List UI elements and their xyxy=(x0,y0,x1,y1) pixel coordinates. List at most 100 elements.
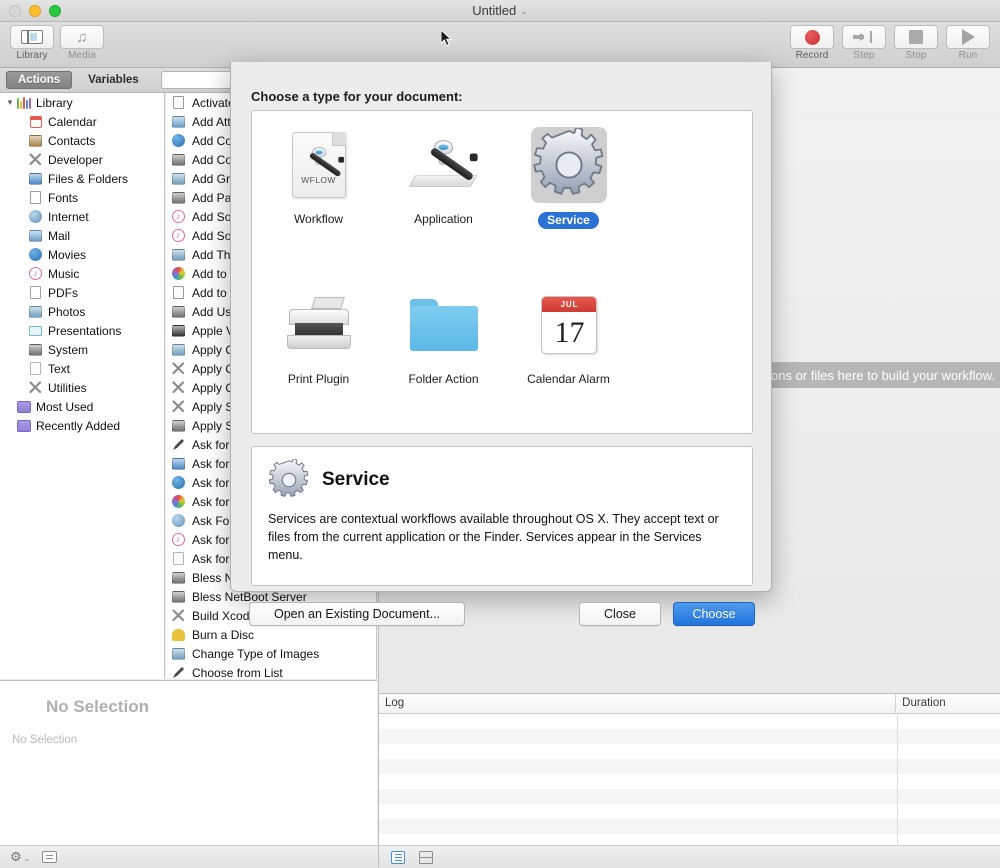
document-type-calendar-alarm[interactable]: JUL 17 Calendar Alarm xyxy=(506,281,631,441)
action-list-item-label: Change Type of Images xyxy=(192,646,320,661)
document-type-sheet: Choose a type for your document: WFLOW Wo… xyxy=(230,62,772,626)
document-type-folder-action[interactable]: Folder Action xyxy=(381,281,506,441)
chevron-down-icon: ⌄ xyxy=(23,854,31,863)
table-row[interactable] xyxy=(379,759,1000,774)
sidebar-item-system[interactable]: System xyxy=(0,340,164,359)
pen-icon xyxy=(172,666,185,679)
action-list-item[interactable]: Change Type of Images xyxy=(166,644,376,663)
sidebar-item-list: Calendar Contacts Developer Files & Folders… xyxy=(0,112,164,397)
record-label: Record xyxy=(795,50,829,61)
gear-icon: ⚙ xyxy=(10,849,22,864)
smart-folder-icon xyxy=(16,418,31,433)
mail-icon xyxy=(28,228,43,243)
inspector-title: No Selection xyxy=(46,697,149,716)
sidebar-item-contacts[interactable]: Contacts xyxy=(0,131,164,150)
open-existing-document-button[interactable]: Open an Existing Document... xyxy=(249,602,465,626)
log-column-header-log[interactable]: Log xyxy=(379,694,897,713)
choose-button[interactable]: Choose xyxy=(673,602,755,626)
sidebar-item-fonts[interactable]: Fonts xyxy=(0,188,164,207)
log-column-header-duration[interactable]: Duration xyxy=(896,694,1000,713)
sidebar-item-music[interactable]: ♪ Music xyxy=(0,264,164,283)
step-icon xyxy=(842,25,886,49)
tab-variables[interactable]: Variables xyxy=(76,71,151,89)
smart-folder-icon xyxy=(16,399,31,414)
document-type-workflow[interactable]: WFLOW Workflow xyxy=(256,121,381,281)
title-bar: Untitled ⌄ xyxy=(0,0,1000,22)
sidebar-item-developer[interactable]: Developer xyxy=(0,150,164,169)
record-button[interactable]: Record xyxy=(788,25,836,61)
table-row[interactable] xyxy=(379,789,1000,804)
mail-icon xyxy=(29,229,42,242)
printer-icon xyxy=(281,287,357,363)
action-list-item-label: Apply S xyxy=(192,399,234,414)
document-type-application[interactable]: Application xyxy=(381,121,506,281)
action-list-item-label: Activate xyxy=(192,95,235,110)
tools-icon xyxy=(170,608,186,623)
table-row[interactable] xyxy=(379,804,1000,819)
sidebar-item-label: Files & Folders xyxy=(48,171,129,186)
table-row[interactable] xyxy=(379,714,1000,729)
log-panel: Log Duration xyxy=(378,693,1000,868)
gear-menu-button[interactable]: ⚙ ⌄ xyxy=(10,849,30,865)
sidebar-item-recently-added[interactable]: Recently Added xyxy=(0,416,164,435)
system-icon xyxy=(171,419,185,432)
sidebar-item-photos[interactable]: Photos xyxy=(0,302,164,321)
music-icon: ♪ xyxy=(170,532,186,547)
sidebar-item-files-folders[interactable]: Files & Folders xyxy=(0,169,164,188)
inspector-panel: No Selection No Selection ⚙ ⌄ xyxy=(0,680,377,868)
sidebar-item-calendar[interactable]: Calendar xyxy=(0,112,164,131)
log-table-body[interactable] xyxy=(379,714,1000,846)
table-row[interactable] xyxy=(379,744,1000,759)
show-panel-icon[interactable] xyxy=(42,851,58,863)
folder-icon xyxy=(406,287,482,363)
sidebar-item-most-used[interactable]: Most Used xyxy=(0,397,164,416)
sidebar-item-label: Mail xyxy=(48,228,71,243)
action-list-item-label: Add to xyxy=(192,285,227,300)
sidebar-item-text[interactable]: Text xyxy=(0,359,164,378)
library-category-tree[interactable]: ▼ Library Calendar Contacts Developer Files… xyxy=(0,93,165,679)
sidebar-item-utilities[interactable]: Utilities xyxy=(0,378,164,397)
fonts-icon xyxy=(28,190,43,205)
sidebar-item-label: Most Used xyxy=(36,399,94,414)
sidebar-item-mail[interactable]: Mail xyxy=(0,226,164,245)
sidebar-item-library[interactable]: ▼ Library xyxy=(0,93,164,112)
title-chevron-icon[interactable]: ⌄ xyxy=(520,6,528,16)
tab-actions[interactable]: Actions xyxy=(6,71,73,89)
fonts-icon xyxy=(30,191,41,204)
disclosure-triangle-icon[interactable]: ▼ xyxy=(4,98,16,107)
stop-icon xyxy=(894,25,938,49)
system-icon xyxy=(170,190,186,205)
action-list-item-label: Ask for xyxy=(192,551,230,566)
run-button[interactable]: Run xyxy=(944,25,992,61)
document-type-grid-container: WFLOW Workflow Application Service Print Plu… xyxy=(251,110,753,546)
sidebar-item-presentations[interactable]: Presentations xyxy=(0,321,164,340)
toolbar-media-button[interactable]: ♫ Media xyxy=(58,25,106,61)
sidebar-item-internet[interactable]: Internet xyxy=(0,207,164,226)
action-list-item[interactable]: Choose from List xyxy=(166,663,376,679)
log-list-view-icon[interactable] xyxy=(391,850,405,864)
toolbar-library-button[interactable]: Library xyxy=(8,25,56,61)
sidebar-item-movies[interactable]: Movies xyxy=(0,245,164,264)
sidebar-item-pdfs[interactable]: PDFs xyxy=(0,283,164,302)
presentation-icon xyxy=(29,325,42,336)
table-row[interactable] xyxy=(379,774,1000,789)
log-split-view-icon[interactable] xyxy=(419,850,433,864)
system-icon xyxy=(171,571,185,584)
document-type-label: Print Plugin xyxy=(287,372,350,386)
automator-window: Untitled ⌄ Library ♫ Media Record Step S… xyxy=(0,0,1000,868)
log-column-divider[interactable] xyxy=(897,714,898,846)
table-row[interactable] xyxy=(379,729,1000,744)
service-gear-icon xyxy=(268,459,310,501)
document-type-service[interactable]: Service xyxy=(506,121,631,281)
table-row[interactable] xyxy=(379,819,1000,834)
stop-button[interactable]: Stop xyxy=(892,25,940,61)
fonts-icon xyxy=(170,285,186,300)
fonts-icon xyxy=(172,96,184,109)
step-button[interactable]: Step xyxy=(840,25,888,61)
window-title: Untitled ⌄ xyxy=(0,3,1000,18)
document-type-print-plugin[interactable]: Print Plugin xyxy=(256,281,381,441)
close-button[interactable]: Close xyxy=(579,602,661,626)
record-icon xyxy=(790,25,834,49)
action-list-item-label: Ask for xyxy=(192,437,230,452)
action-list-item-label: Add to xyxy=(192,266,227,281)
